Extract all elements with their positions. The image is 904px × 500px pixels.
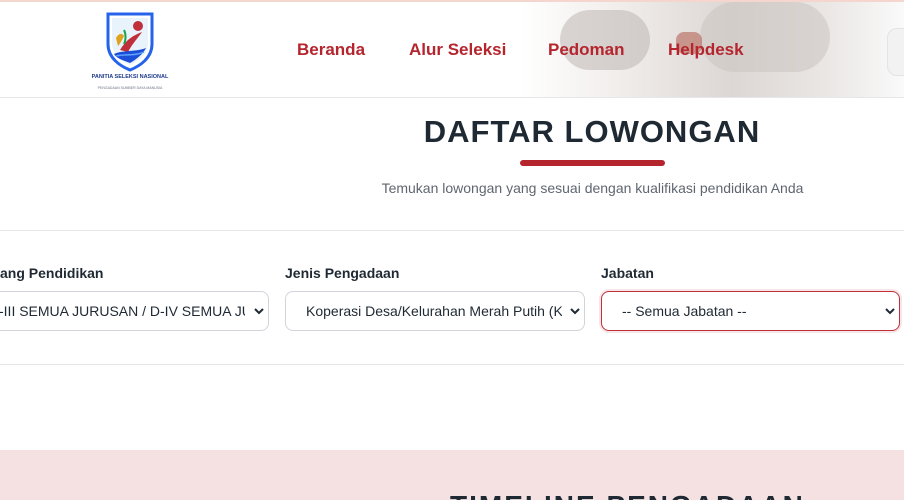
filter-select-jabatan[interactable]: -- Semua Jabatan -- xyxy=(601,291,900,331)
site-logo[interactable]: PANITIA SELEKSI NASIONAL PENGADAAN SUMBE… xyxy=(90,10,170,94)
page-subtitle: Temukan lowongan yang sesuai dengan kual… xyxy=(381,180,804,196)
section-divider xyxy=(0,230,904,231)
nav-helpdesk[interactable]: Helpdesk xyxy=(668,40,744,60)
timeline-heading: TIMELINE PENGADAAN xyxy=(450,490,805,500)
timeline-section: TIMELINE PENGADAAN xyxy=(0,450,904,500)
header-side-panel[interactable] xyxy=(887,28,904,76)
filter-select-jabatan-value: -- Semua Jabatan -- xyxy=(622,303,747,319)
filter-select-pengadaan[interactable]: Koperasi Desa/Kelurahan Merah Putih (KD xyxy=(285,291,585,331)
hero-photo-shape xyxy=(700,2,830,72)
filter-select-pendidikan-value: -III SEMUA JURUSAN / D-IV SEMUA JU xyxy=(0,303,245,319)
section-divider xyxy=(0,364,904,365)
nav-beranda[interactable]: Beranda xyxy=(297,40,365,60)
filter-select-pengadaan-value: Koperasi Desa/Kelurahan Merah Putih (KD xyxy=(306,303,562,319)
page-title: DAFTAR LOWONGAN xyxy=(423,114,761,149)
chevron-down-icon xyxy=(570,308,580,315)
title-underline xyxy=(520,160,665,166)
filter-select-pendidikan[interactable]: -III SEMUA JURUSAN / D-IV SEMUA JU xyxy=(0,291,269,331)
chevron-down-icon xyxy=(885,308,895,315)
logo-subtitle: PENGADAAN SUMBER DAYA MANUSIA xyxy=(97,86,163,90)
filter-label-pendidikan: ang Pendidikan xyxy=(0,265,104,281)
nav-pedoman[interactable]: Pedoman xyxy=(548,40,625,60)
nav-alur-seleksi[interactable]: Alur Seleksi xyxy=(409,40,506,60)
filter-label-jabatan: Jabatan xyxy=(601,265,654,281)
filter-label-pengadaan: Jenis Pengadaan xyxy=(285,265,400,281)
logo-title: PANITIA SELEKSI NASIONAL xyxy=(91,74,169,80)
site-header: PANITIA SELEKSI NASIONAL PENGADAAN SUMBE… xyxy=(0,0,904,98)
committee-emblem-icon xyxy=(106,12,154,72)
chevron-down-icon xyxy=(254,308,264,315)
